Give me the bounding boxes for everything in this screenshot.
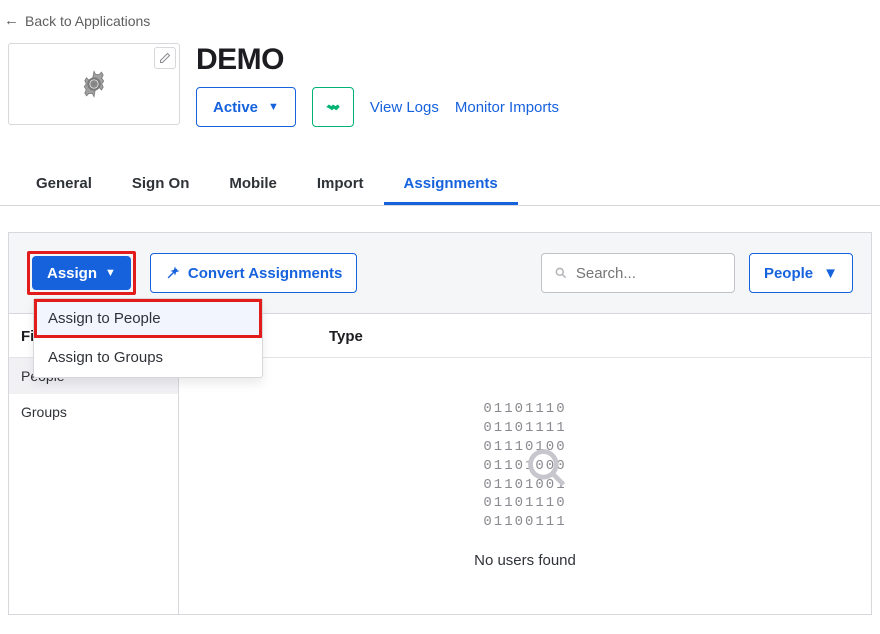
handshake-icon — [323, 99, 343, 115]
binary-line: 01101110 — [483, 494, 566, 513]
app-logo-box — [8, 43, 180, 125]
highlight-assign-button: Assign ▼ — [27, 251, 136, 295]
people-filter-label: People — [764, 265, 813, 282]
header-content: DEMO Active ▼ View Logs Monitor Imports — [196, 43, 559, 127]
view-logs-link[interactable]: View Logs — [370, 99, 439, 116]
tab-assignments[interactable]: Assignments — [384, 163, 518, 205]
binary-ascii-art: 01101110 01101111 01110100 01101000 0110… — [483, 400, 566, 532]
app-header: DEMO Active ▼ View Logs Monitor Imports — [0, 39, 880, 139]
assignments-panel: Assign ▼ Convert Assignments People ▼ As… — [8, 232, 872, 615]
binary-line: 01101110 — [483, 400, 566, 419]
convert-assignments-button[interactable]: Convert Assignments — [150, 253, 357, 293]
status-label: Active — [213, 99, 258, 116]
assign-dropdown-button[interactable]: Assign ▼ — [32, 256, 131, 290]
tab-import[interactable]: Import — [297, 163, 384, 205]
dropdown-item-assign-people[interactable]: Assign to People — [34, 299, 262, 338]
main-column: Type 01101110 01101111 01110100 01101000… — [179, 314, 871, 614]
dropdown-item-assign-groups[interactable]: Assign to Groups — [34, 338, 262, 377]
column-header-type: Type — [179, 314, 871, 358]
empty-message: No users found — [474, 552, 576, 569]
pencil-icon — [159, 52, 171, 64]
search-box[interactable] — [541, 253, 735, 293]
tab-bar: General Sign On Mobile Import Assignment… — [0, 163, 880, 206]
wand-icon — [165, 266, 180, 281]
binary-line: 01100111 — [483, 513, 566, 532]
monitor-imports-link[interactable]: Monitor Imports — [455, 99, 559, 116]
panel-toolbar: Assign ▼ Convert Assignments People ▼ As… — [9, 233, 871, 314]
sidebar-item-groups[interactable]: Groups — [9, 394, 178, 430]
caret-down-icon: ▼ — [105, 267, 116, 279]
edit-logo-button[interactable] — [154, 47, 176, 69]
search-input[interactable] — [576, 265, 722, 282]
assign-label: Assign — [47, 265, 97, 282]
assign-dropdown-menu: Assign to People Assign to Groups — [33, 298, 263, 378]
back-link-text: Back to Applications — [25, 13, 150, 29]
caret-down-icon: ▼ — [268, 101, 279, 113]
arrow-left-icon: ← — [4, 12, 19, 29]
header-controls: Active ▼ View Logs Monitor Imports — [196, 87, 559, 127]
tab-mobile[interactable]: Mobile — [209, 163, 297, 205]
back-to-applications-link[interactable]: ← Back to Applications — [0, 0, 880, 39]
tab-sign-on[interactable]: Sign On — [112, 163, 210, 205]
gear-icon — [78, 68, 110, 100]
caret-down-icon: ▼ — [823, 265, 838, 282]
convert-label: Convert Assignments — [188, 265, 342, 282]
binary-line: 01101111 — [483, 419, 566, 438]
tab-general[interactable]: General — [16, 163, 112, 205]
app-title: DEMO — [196, 43, 559, 77]
magnifier-icon — [525, 446, 569, 490]
search-icon — [554, 265, 568, 281]
empty-state: 01101110 01101111 01110100 01101000 0110… — [179, 358, 871, 593]
handshake-button[interactable] — [312, 87, 354, 127]
status-dropdown-button[interactable]: Active ▼ — [196, 87, 296, 127]
people-filter-dropdown[interactable]: People ▼ — [749, 253, 853, 293]
